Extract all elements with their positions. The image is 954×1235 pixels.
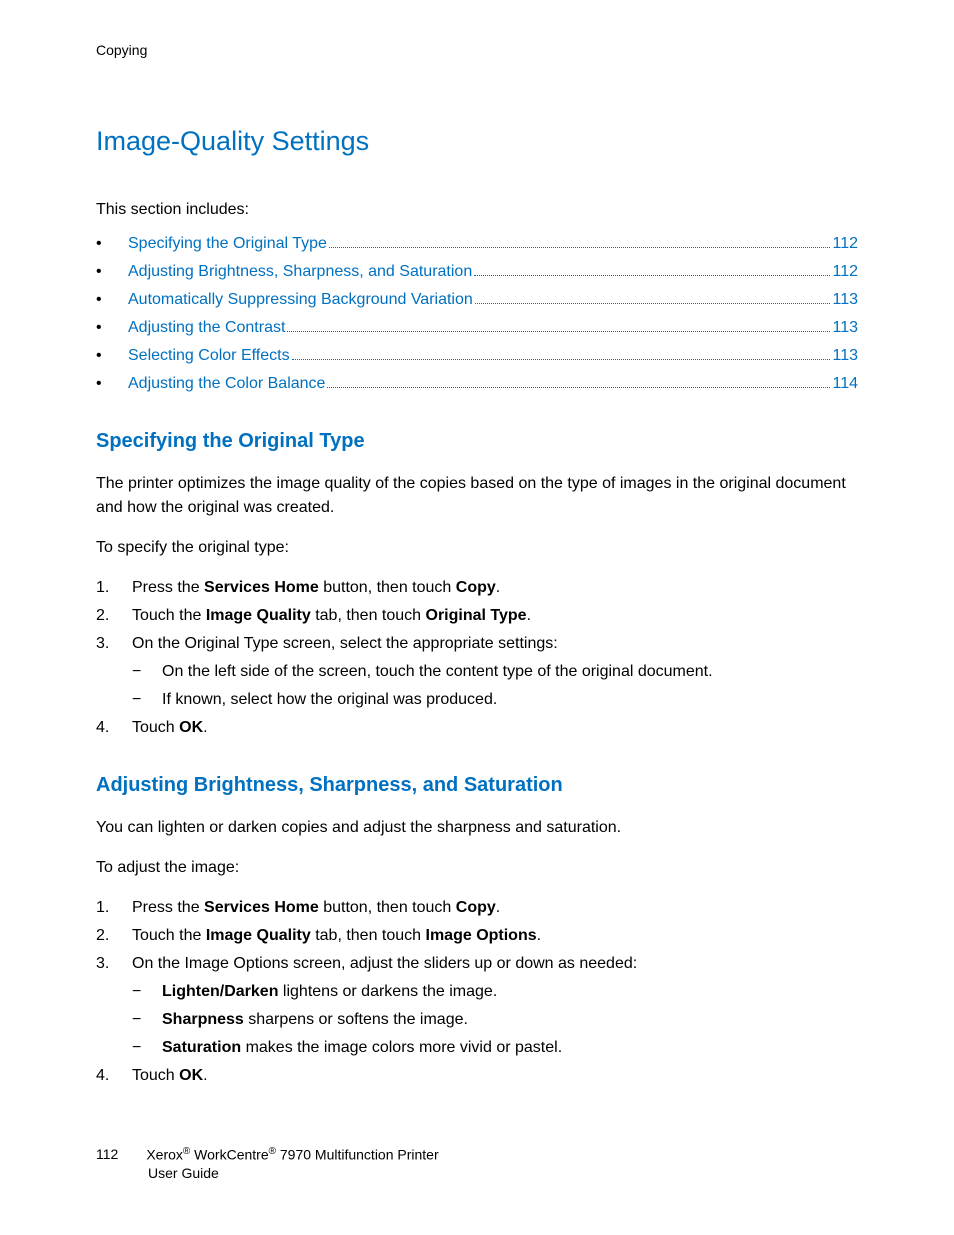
toc-leader: [329, 247, 831, 248]
toc-list: Specifying the Original Type 112 Adjusti…: [96, 232, 858, 396]
body-text: The printer optimizes the image quality …: [96, 472, 858, 520]
step-item: Press the Services Home button, then tou…: [96, 896, 858, 920]
intro-text: This section includes:: [96, 198, 858, 222]
page-title: Image-Quality Settings: [96, 121, 858, 162]
toc-item: Specifying the Original Type 112: [96, 232, 858, 256]
toc-leader: [287, 331, 830, 332]
step-item: On the Original Type screen, select the …: [96, 632, 858, 712]
substeps-list: On the left side of the screen, touch th…: [132, 660, 858, 712]
toc-item: Selecting Color Effects 113: [96, 344, 858, 368]
lead-text: To specify the original type:: [96, 536, 858, 560]
toc-link[interactable]: Selecting Color Effects: [128, 344, 290, 368]
step-item: Touch the Image Quality tab, then touch …: [96, 604, 858, 628]
toc-link[interactable]: Automatically Suppressing Background Var…: [128, 288, 473, 312]
page-footer: 112 Xerox® WorkCentre® 7970 Multifunctio…: [96, 1145, 439, 1183]
running-header: Copying: [96, 40, 858, 61]
toc-leader: [475, 303, 831, 304]
footer-brand: Xerox® WorkCentre® 7970 Multifunction Pr…: [146, 1145, 438, 1165]
toc-leader: [474, 275, 830, 276]
steps-list: Press the Services Home button, then tou…: [96, 576, 858, 740]
toc-leader: [292, 359, 831, 360]
substep-item: If known, select how the original was pr…: [132, 688, 858, 712]
substep-item: Saturation makes the image colors more v…: [132, 1036, 858, 1060]
section-heading: Adjusting Brightness, Sharpness, and Sat…: [96, 770, 858, 800]
toc-link[interactable]: Adjusting the Color Balance: [128, 372, 325, 396]
toc-page[interactable]: 113: [832, 316, 858, 340]
page-number: 112: [96, 1145, 118, 1164]
toc-page[interactable]: 114: [832, 372, 858, 396]
toc-link[interactable]: Adjusting the Contrast: [128, 316, 285, 340]
step-item: On the Image Options screen, adjust the …: [96, 952, 858, 1060]
lead-text: To adjust the image:: [96, 856, 858, 880]
toc-item: Adjusting Brightness, Sharpness, and Sat…: [96, 260, 858, 284]
toc-link[interactable]: Adjusting Brightness, Sharpness, and Sat…: [128, 260, 472, 284]
toc-item: Automatically Suppressing Background Var…: [96, 288, 858, 312]
body-text: You can lighten or darken copies and adj…: [96, 816, 858, 840]
toc-page[interactable]: 113: [832, 288, 858, 312]
toc-link[interactable]: Specifying the Original Type: [128, 232, 327, 256]
substep-item: Lighten/Darken lightens or darkens the i…: [132, 980, 858, 1004]
substeps-list: Lighten/Darken lightens or darkens the i…: [132, 980, 858, 1060]
toc-leader: [327, 387, 830, 388]
toc-item: Adjusting the Color Balance 114: [96, 372, 858, 396]
substep-item: On the left side of the screen, touch th…: [132, 660, 858, 684]
footer-line2: User Guide: [96, 1164, 439, 1183]
toc-item: Adjusting the Contrast 113: [96, 316, 858, 340]
step-item: Touch the Image Quality tab, then touch …: [96, 924, 858, 948]
toc-page[interactable]: 112: [832, 232, 858, 256]
toc-page[interactable]: 112: [832, 260, 858, 284]
step-item: Press the Services Home button, then tou…: [96, 576, 858, 600]
step-item: Touch OK.: [96, 716, 858, 740]
toc-page[interactable]: 113: [832, 344, 858, 368]
step-item: Touch OK.: [96, 1064, 858, 1088]
section-heading: Specifying the Original Type: [96, 426, 858, 456]
substep-item: Sharpness sharpens or softens the image.: [132, 1008, 858, 1032]
steps-list: Press the Services Home button, then tou…: [96, 896, 858, 1088]
